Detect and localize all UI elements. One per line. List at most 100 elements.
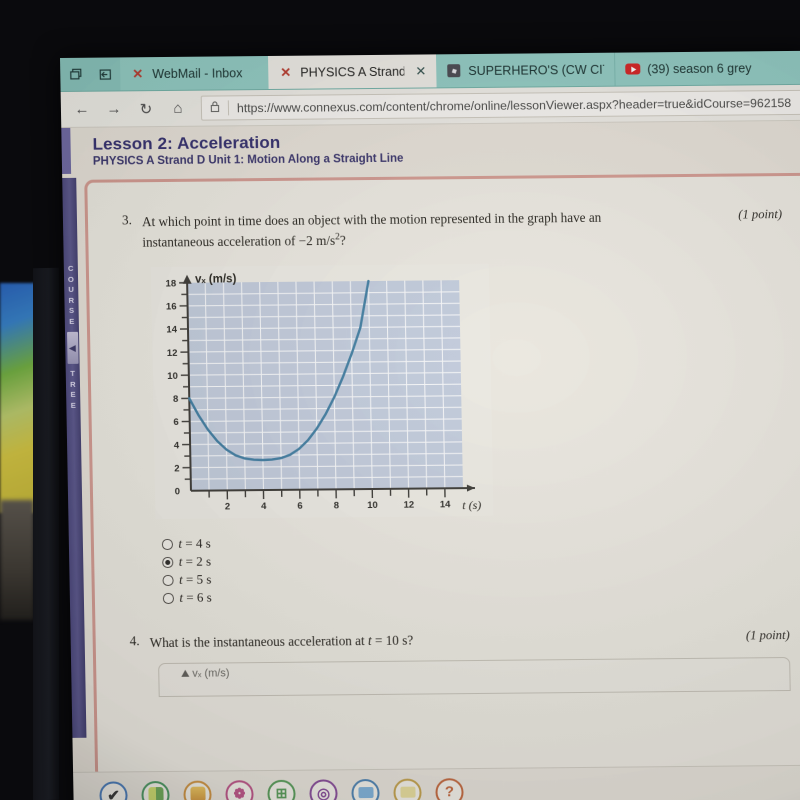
question-points: (1 point) [738, 207, 783, 222]
svg-text:2: 2 [174, 464, 179, 475]
rail-letter: T [70, 368, 76, 378]
question-text-part: instantaneous acceleration of −2 m/s [142, 233, 336, 251]
close-tab-icon[interactable]: ✕ [415, 63, 426, 79]
browser-tab-roblox[interactable]: SUPERHERO'S (CW CITY) - F [435, 52, 615, 88]
answer-options-q3: t = 4 s t = 2 s t = 5 s t = 6 s [161, 529, 789, 607]
rail-letter: R [68, 295, 75, 305]
webmail-x-icon: ✕ [280, 64, 292, 80]
refresh-button[interactable]: ↻ [131, 95, 162, 123]
forward-button[interactable]: → [99, 95, 130, 123]
radio-button[interactable] [162, 574, 174, 586]
browser-tab-webmail[interactable]: ✕ WebMail - Inbox [119, 56, 269, 91]
browser-tab-youtube[interactable]: (39) season 6 grey [613, 50, 800, 86]
question-text-part: What is the instantaneous acceleration a… [149, 633, 369, 651]
question-text: What is the instantaneous acceleration a… [150, 628, 733, 654]
back-button[interactable]: ← [67, 95, 98, 123]
answer-variable: t [179, 590, 184, 606]
lesson-content-frame: 3. At which point in time does an object… [84, 172, 800, 780]
question-points: (1 point) [745, 628, 790, 643]
graph-svg: 0 2 4 6 8 10 12 14 16 18 2 4 6 8 10 12 1… [165, 274, 481, 513]
pushpin-tool-icon[interactable]: ❁ [225, 779, 254, 800]
rail-letter: S [68, 305, 75, 315]
y-axis-label: vₓ (m/s) [195, 274, 237, 286]
browser-tab-strip: ✕ WebMail - Inbox ✕ PHYSICS A Strand D: … [60, 50, 800, 92]
answer-graph-axis-label: vₓ (m/s) [181, 662, 789, 680]
answer-value: = 4 s [185, 535, 211, 552]
checkmark-tool-icon[interactable]: ✔ [99, 780, 128, 800]
lesson-toolbar: ✔ ❁ ⊞ ◎ ? [73, 764, 800, 800]
browser-tab-label: PHYSICS A Strand D: Ac [300, 64, 405, 80]
answer-variable: t [178, 554, 183, 570]
question-text-line-2: instantaneous acceleration of −2 m/s2? [142, 227, 725, 253]
rail-letter: E [70, 389, 76, 399]
course-tree-rail[interactable]: C O U R S E ◀ T R E E [62, 177, 87, 738]
answer-variable: t [178, 536, 183, 552]
svg-text:10: 10 [167, 371, 178, 382]
rail-letter: O [67, 274, 75, 284]
target-tool-icon[interactable]: ◎ [309, 778, 338, 800]
answer-label: t = 5 s [179, 572, 212, 588]
radio-button[interactable] [162, 592, 174, 604]
lesson-header: Lesson 2: Acceleration PHYSICS A Strand … [61, 120, 800, 174]
lock-icon [210, 100, 220, 115]
x-axis-label: t (s) [462, 498, 481, 512]
browser-tab-label: WebMail - Inbox [152, 65, 243, 81]
collapse-panel-icon[interactable]: ◀ [66, 331, 79, 364]
address-bar-divider [227, 100, 230, 116]
book-tool-icon[interactable] [141, 780, 170, 800]
answer-label: t = 6 s [179, 590, 212, 606]
grid-tool-icon[interactable]: ⊞ [267, 779, 296, 800]
answer-value: = 5 s [185, 571, 212, 588]
browser-tab-label: SUPERHERO'S (CW CITY) - F [468, 62, 605, 78]
rail-letter: R [69, 379, 76, 389]
answer-value: = 6 s [186, 589, 212, 606]
svg-text:4: 4 [261, 501, 267, 512]
axis-arrow-icon [181, 670, 190, 678]
question-text-part: ? [339, 233, 346, 249]
svg-text:12: 12 [167, 348, 178, 359]
svg-text:8: 8 [173, 394, 178, 405]
home-button[interactable]: ⌂ [163, 94, 194, 122]
axis-label-text: vₓ (m/s) [192, 667, 230, 680]
roblox-icon [446, 63, 461, 78]
x-tick-labels: 2 4 6 8 10 12 14 [225, 500, 451, 513]
svg-text:0: 0 [175, 487, 180, 498]
svg-text:6: 6 [297, 501, 302, 512]
svg-text:12: 12 [403, 500, 414, 511]
question-text-part: = 10 s? [371, 632, 414, 649]
help-tool-icon[interactable]: ? [435, 777, 464, 800]
rail-letter: E [70, 400, 77, 410]
question-4-answer-graph[interactable]: vₓ (m/s) [158, 656, 791, 697]
question-number: 3. [121, 212, 133, 228]
answer-label: t = 4 s [178, 536, 211, 552]
svg-text:4: 4 [174, 440, 180, 451]
lesson-page: Lesson 2: Acceleration PHYSICS A Strand … [61, 120, 800, 800]
address-bar[interactable]: https://www.connexus.com/content/chrome/… [200, 89, 800, 121]
question-number: 4. [129, 633, 140, 649]
set-aside-tabs-icon[interactable] [90, 57, 121, 90]
svg-text:6: 6 [173, 417, 178, 428]
webmail-x-icon: ✕ [132, 66, 144, 82]
svg-text:14: 14 [166, 325, 177, 336]
answer-value: = 2 s [185, 553, 212, 570]
svg-text:18: 18 [165, 279, 176, 290]
print-tool-icon[interactable] [393, 778, 422, 800]
svg-text:14: 14 [440, 500, 451, 511]
radio-button-selected[interactable] [162, 556, 173, 568]
background-object [0, 500, 34, 620]
svg-text:8: 8 [334, 501, 339, 512]
x-axis-arrow [466, 484, 475, 492]
velocity-time-graph: 0 2 4 6 8 10 12 14 16 18 2 4 6 8 10 12 1… [150, 264, 494, 520]
browser-tab-physics[interactable]: ✕ PHYSICS A Strand D: Ac ✕ [267, 54, 437, 89]
svg-text:10: 10 [367, 500, 378, 511]
rail-letter: E [69, 316, 75, 326]
tab-preview-icon[interactable] [60, 58, 91, 91]
laptop-screen: ✕ WebMail - Inbox ✕ PHYSICS A Strand D: … [60, 50, 800, 800]
radio-button[interactable] [161, 538, 173, 550]
rail-letter: C [67, 263, 74, 273]
youtube-icon [625, 61, 641, 76]
question-4: 4. What is the instantaneous acceleratio… [130, 627, 790, 654]
url-text: https://www.connexus.com/content/chrome/… [236, 95, 792, 115]
notes-tool-icon[interactable] [351, 778, 380, 800]
treasure-tool-icon[interactable] [183, 780, 212, 800]
